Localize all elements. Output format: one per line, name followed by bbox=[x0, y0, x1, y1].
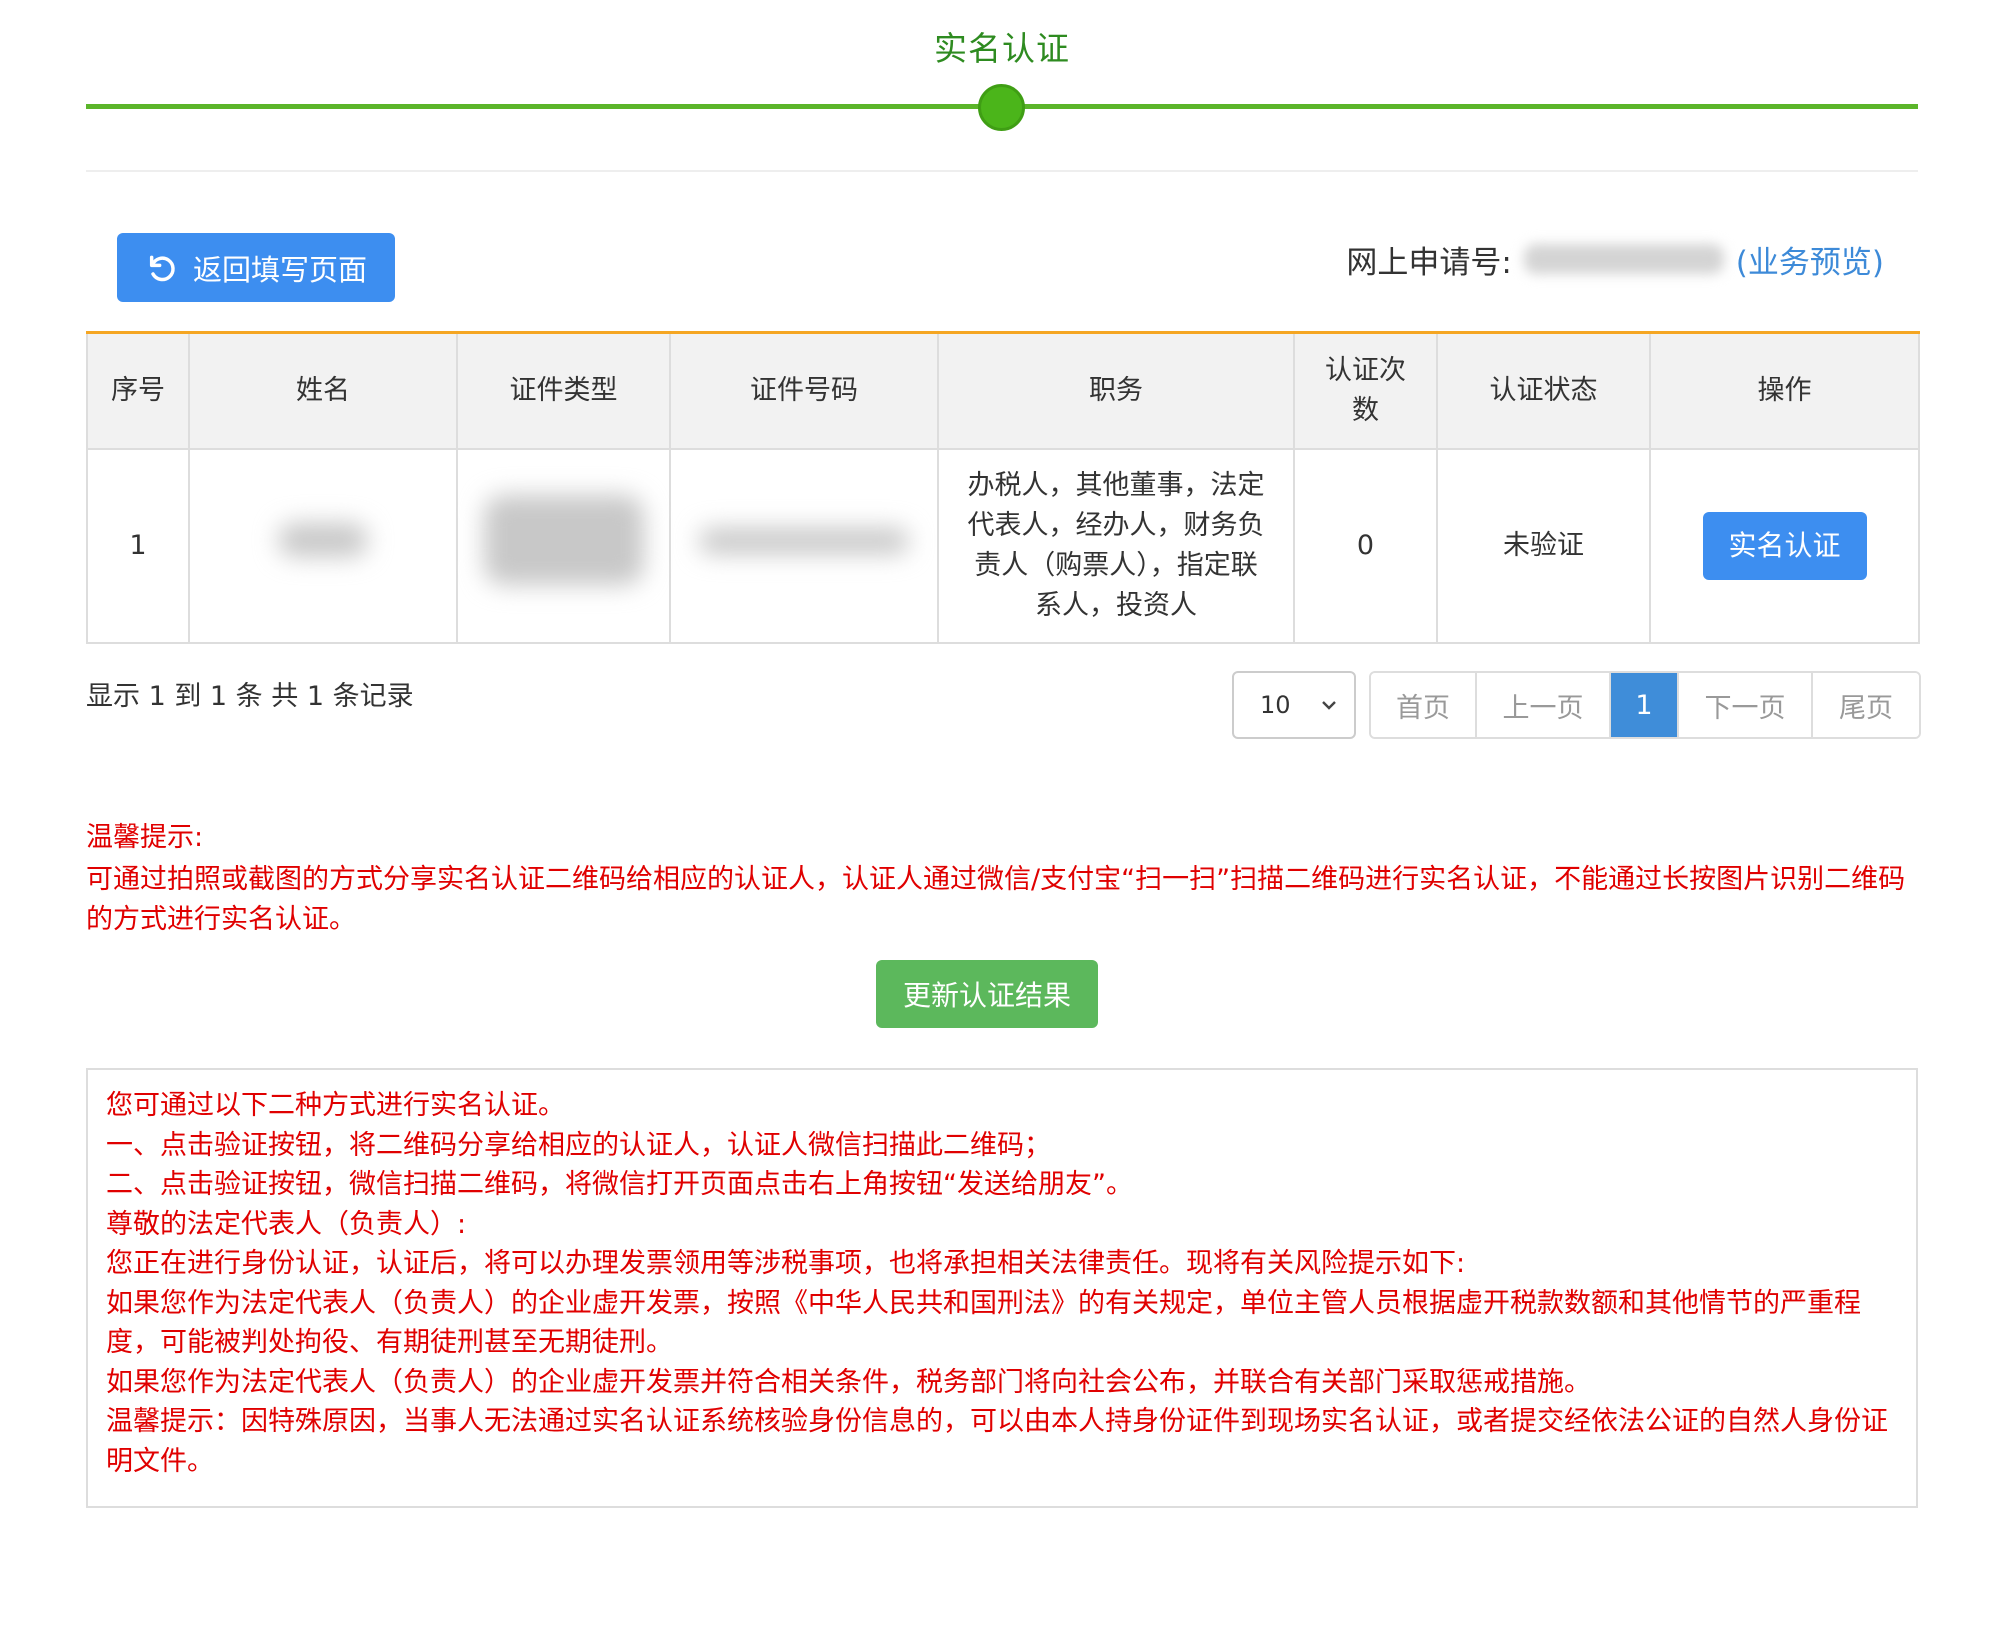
step-divider bbox=[86, 170, 1918, 172]
column-header-id-type: 证件类型 bbox=[456, 331, 671, 450]
cell-id-number-redacted bbox=[669, 447, 939, 644]
page-size-value: 10 bbox=[1260, 691, 1291, 719]
next-page-button[interactable]: 下一页 bbox=[1679, 673, 1813, 737]
business-preview-link[interactable]: (业务预览) bbox=[1736, 237, 1884, 282]
column-header-index: 序号 bbox=[86, 331, 190, 450]
column-header-id-number: 证件号码 bbox=[669, 331, 939, 450]
back-button-label: 返回填写页面 bbox=[192, 252, 367, 287]
column-header-role: 职务 bbox=[937, 331, 1295, 450]
cell-index: 1 bbox=[86, 447, 190, 644]
column-header-auth-count: 认证次数 bbox=[1293, 331, 1438, 450]
cell-action: 实名认证 bbox=[1649, 447, 1920, 644]
cell-id-type-redacted bbox=[456, 447, 671, 644]
records-summary: 显示 1 到 1 条 共 1 条记录 bbox=[86, 681, 414, 712]
back-to-form-button[interactable]: 返回填写页面 bbox=[117, 233, 395, 302]
page-size-select[interactable]: 10 bbox=[1232, 671, 1356, 739]
cell-auth-status: 未验证 bbox=[1436, 447, 1651, 644]
notice-box: 您可通过以下二种方式进行实名认证。 一、点击验证按钮，将二维码分享给相应的认证人… bbox=[86, 1068, 1918, 1508]
notice-line: 二、点击验证按钮，微信扫描二维码，将微信打开页面点击右上角按钮“发送给朋友”。 bbox=[106, 1169, 1133, 1200]
pagination: 首页 上一页 1 下一页 尾页 bbox=[1369, 671, 1921, 739]
notice-line: 尊敬的法定代表人（负责人）: bbox=[106, 1208, 467, 1240]
step-title: 实名认证 bbox=[934, 29, 1070, 68]
notice-line: 您可通过以下二种方式进行实名认证。 bbox=[106, 1090, 565, 1121]
cell-auth-count: 0 bbox=[1293, 447, 1438, 644]
update-result-button[interactable]: 更新认证结果 bbox=[876, 960, 1098, 1028]
column-header-name: 姓名 bbox=[188, 331, 458, 450]
table-row: 1 办税人，其他董事，法定代表人，经办人，财务负责人（购票人），指定联系人，投资… bbox=[86, 447, 1920, 644]
notice-line: 如果您作为法定代表人（负责人）的企业虚开发票并符合相关条件，税务部门将向社会公布… bbox=[106, 1366, 1591, 1398]
notice-line: 温馨提示：因特殊原因，当事人无法通过实名认证系统核验身份信息的，可以由本人持身份… bbox=[106, 1406, 1888, 1477]
table-header-row: 序号 姓名 证件类型 证件号码 职务 认证次数 认证状态 操作 bbox=[86, 331, 1920, 450]
application-number-value-redacted bbox=[1523, 244, 1724, 274]
prev-page-button[interactable]: 上一页 bbox=[1477, 673, 1611, 737]
certification-table: 序号 姓名 证件类型 证件号码 职务 认证次数 认证状态 操作 1 办税人，其他… bbox=[86, 331, 1920, 644]
notice-line: 如果您作为法定代表人（负责人）的企业虚开发票，按照《中华人民共和国刑法》的有关规… bbox=[106, 1287, 1861, 1359]
cell-name-redacted bbox=[188, 447, 458, 644]
tip-title: 温馨提示: bbox=[86, 822, 204, 853]
chevron-down-icon bbox=[1322, 701, 1336, 710]
tip-body: 可通过拍照或截图的方式分享实名认证二维码给相应的认证人，认证人通过微信/支付宝“… bbox=[86, 864, 1906, 935]
last-page-button[interactable]: 尾页 bbox=[1813, 673, 1919, 737]
first-page-button[interactable]: 首页 bbox=[1371, 673, 1477, 737]
refresh-icon bbox=[149, 255, 175, 281]
current-page-button[interactable]: 1 bbox=[1611, 673, 1679, 737]
cell-role: 办税人，其他董事，法定代表人，经办人，财务负责人（购票人），指定联系人，投资人 bbox=[937, 447, 1295, 644]
notice-line: 您正在进行身份认证，认证后，将可以办理发票领用等涉税事项，也将承担相关法律责任。… bbox=[106, 1248, 1466, 1279]
application-number-label: 网上申请号: bbox=[1346, 244, 1512, 281]
real-name-auth-button[interactable]: 实名认证 bbox=[1702, 511, 1867, 580]
application-number: 网上申请号: (业务预览) bbox=[1346, 234, 1884, 284]
column-header-auth-status: 认证状态 bbox=[1436, 331, 1651, 450]
column-header-action: 操作 bbox=[1649, 331, 1920, 450]
notice-line: 一、点击验证按钮，将二维码分享给相应的认证人，认证人微信扫描此二维码； bbox=[106, 1129, 1051, 1161]
step-indicator-dot bbox=[978, 84, 1025, 131]
